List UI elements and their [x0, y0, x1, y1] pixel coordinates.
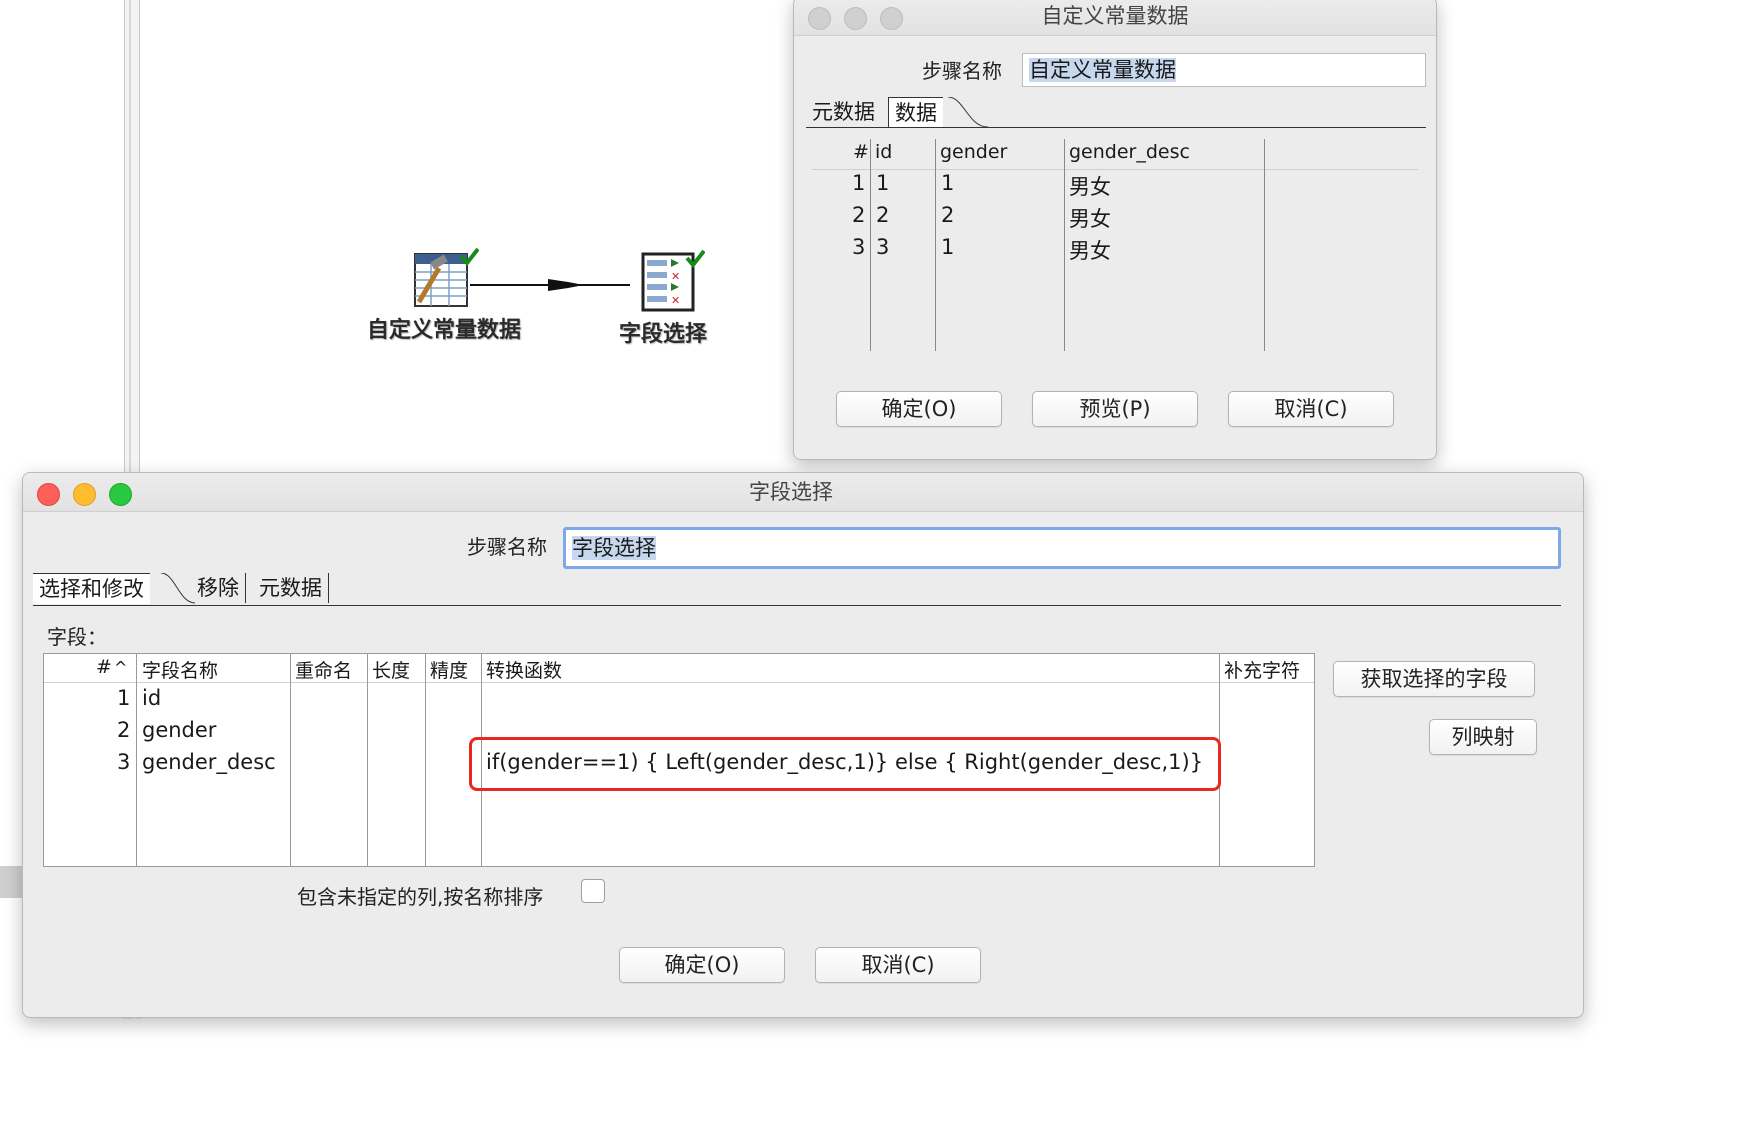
field-name-cell[interactable]: gender [142, 718, 216, 742]
fields-label: 字段： [47, 625, 107, 649]
step-custom-constants[interactable]: 自定义常量数据 [356, 246, 532, 344]
close-button[interactable] [808, 7, 831, 30]
dialog-titlebar: 自定义常量数据 [794, 0, 1436, 36]
step-name-label: 步骤名称 [922, 59, 1002, 83]
col-header[interactable]: gender [940, 141, 1007, 163]
svg-text:✕: ✕ [671, 294, 680, 307]
svg-text:✕: ✕ [671, 270, 680, 283]
sort-indicator-icon: ^ [114, 658, 128, 677]
col-divider [1264, 139, 1265, 351]
step-label: 自定义常量数据 [366, 318, 521, 343]
step-name-input[interactable]: 自定义常量数据 [1022, 53, 1426, 87]
ok-button[interactable]: 确定(O) [836, 391, 1002, 427]
column-mapping-button[interactable]: 列映射 [1429, 719, 1537, 755]
data-grid: # id gender gender_desc 1 1 1 男女 2 2 2 男… [812, 139, 1418, 351]
custom-constants-dialog: 自定义常量数据 步骤名称 自定义常量数据 元数据 数据 # id gender … [793, 0, 1437, 460]
table-cell[interactable]: 3 [876, 235, 889, 259]
step-select-values[interactable]: ✕ ✕ 字段选择 [608, 246, 718, 348]
table-cell[interactable]: 1 [941, 235, 954, 259]
col-header[interactable]: 转换函数 [486, 656, 562, 683]
col-header[interactable]: 精度 [430, 656, 468, 683]
row-number[interactable]: 3 [117, 750, 130, 774]
table-cell[interactable]: 1 [941, 171, 954, 195]
table-cell[interactable]: 男女 [1069, 171, 1111, 201]
preview-button[interactable]: 预览(P) [1032, 391, 1198, 427]
table-cell[interactable]: 1 [876, 171, 889, 195]
tab-baseline [33, 605, 1561, 606]
step-name-input[interactable]: 字段选择 [563, 527, 1561, 569]
dialog-title: 自定义常量数据 [1041, 4, 1189, 28]
select-values-dialog: 字段选择 步骤名称 字段选择 选择和修改 移除 元数据 字段： # ^ 字段名称… [22, 472, 1584, 1018]
tab-bar: 元数据 数据 [806, 97, 1426, 131]
table-cell[interactable]: 男女 [1069, 203, 1111, 233]
col-header[interactable]: 重命名 [295, 656, 352, 683]
data-grid-icon [414, 247, 479, 307]
col-header[interactable]: gender_desc [1069, 141, 1190, 163]
tab-data[interactable]: 数据 [888, 97, 943, 128]
row-number[interactable]: 1 [117, 686, 130, 710]
hop-arrow-icon [548, 279, 584, 291]
col-divider [425, 654, 426, 866]
grid-header [44, 654, 1314, 683]
table-cell[interactable]: 2 [852, 203, 865, 227]
tab-metadata[interactable]: 元数据 [253, 573, 329, 603]
get-fields-button[interactable]: 获取选择的字段 [1333, 661, 1535, 697]
canvas-scroll-edge [0, 866, 22, 898]
tab-curve [161, 573, 195, 604]
step-label: 字段选择 [618, 322, 707, 347]
cancel-button[interactable]: 取消(C) [1228, 391, 1394, 427]
close-button[interactable] [37, 483, 60, 506]
tab-select-modify[interactable]: 选择和修改 [33, 573, 150, 604]
highlight-annotation [469, 737, 1221, 791]
table-cell[interactable]: 2 [941, 203, 954, 227]
tab-baseline [806, 127, 1426, 128]
tab-metadata[interactable]: 元数据 [806, 97, 881, 127]
step-name-label: 步骤名称 [467, 535, 547, 559]
row-number[interactable]: 2 [117, 718, 130, 742]
tab-bar: 选择和修改 移除 元数据 [33, 573, 1561, 607]
col-divider [367, 654, 368, 866]
include-unspecified-label: 包含未指定的列,按名称排序 [297, 885, 544, 909]
col-header[interactable]: # [96, 656, 112, 678]
col-divider [870, 139, 871, 351]
field-name-cell[interactable]: gender_desc [142, 750, 276, 774]
include-unspecified-checkbox[interactable] [581, 879, 605, 903]
table-cell[interactable]: 2 [876, 203, 889, 227]
col-divider [1064, 139, 1065, 351]
dialog-titlebar: 字段选择 [23, 473, 1583, 512]
col-header[interactable]: id [875, 141, 892, 163]
col-header[interactable]: 补充字符 [1224, 656, 1300, 683]
col-header[interactable]: 长度 [372, 656, 410, 683]
minimize-button[interactable] [73, 483, 96, 506]
col-divider [935, 139, 936, 351]
cancel-button[interactable]: 取消(C) [815, 947, 981, 983]
select-values-icon: ✕ ✕ [641, 249, 705, 312]
minimize-button[interactable] [844, 7, 867, 30]
table-cell[interactable]: 男女 [1069, 235, 1111, 265]
zoom-button[interactable] [880, 7, 903, 30]
tab-curve [948, 97, 988, 128]
tab-remove[interactable]: 移除 [191, 573, 246, 603]
dialog-title: 字段选择 [749, 480, 833, 504]
col-divider [290, 654, 291, 866]
col-header[interactable]: # [853, 141, 869, 163]
zoom-button[interactable] [109, 483, 132, 506]
field-name-cell[interactable]: id [142, 686, 161, 710]
col-header[interactable]: 字段名称 [142, 656, 218, 683]
table-cell[interactable]: 1 [852, 171, 865, 195]
ok-button[interactable]: 确定(O) [619, 947, 785, 983]
col-divider [136, 654, 137, 866]
table-cell[interactable]: 3 [852, 235, 865, 259]
